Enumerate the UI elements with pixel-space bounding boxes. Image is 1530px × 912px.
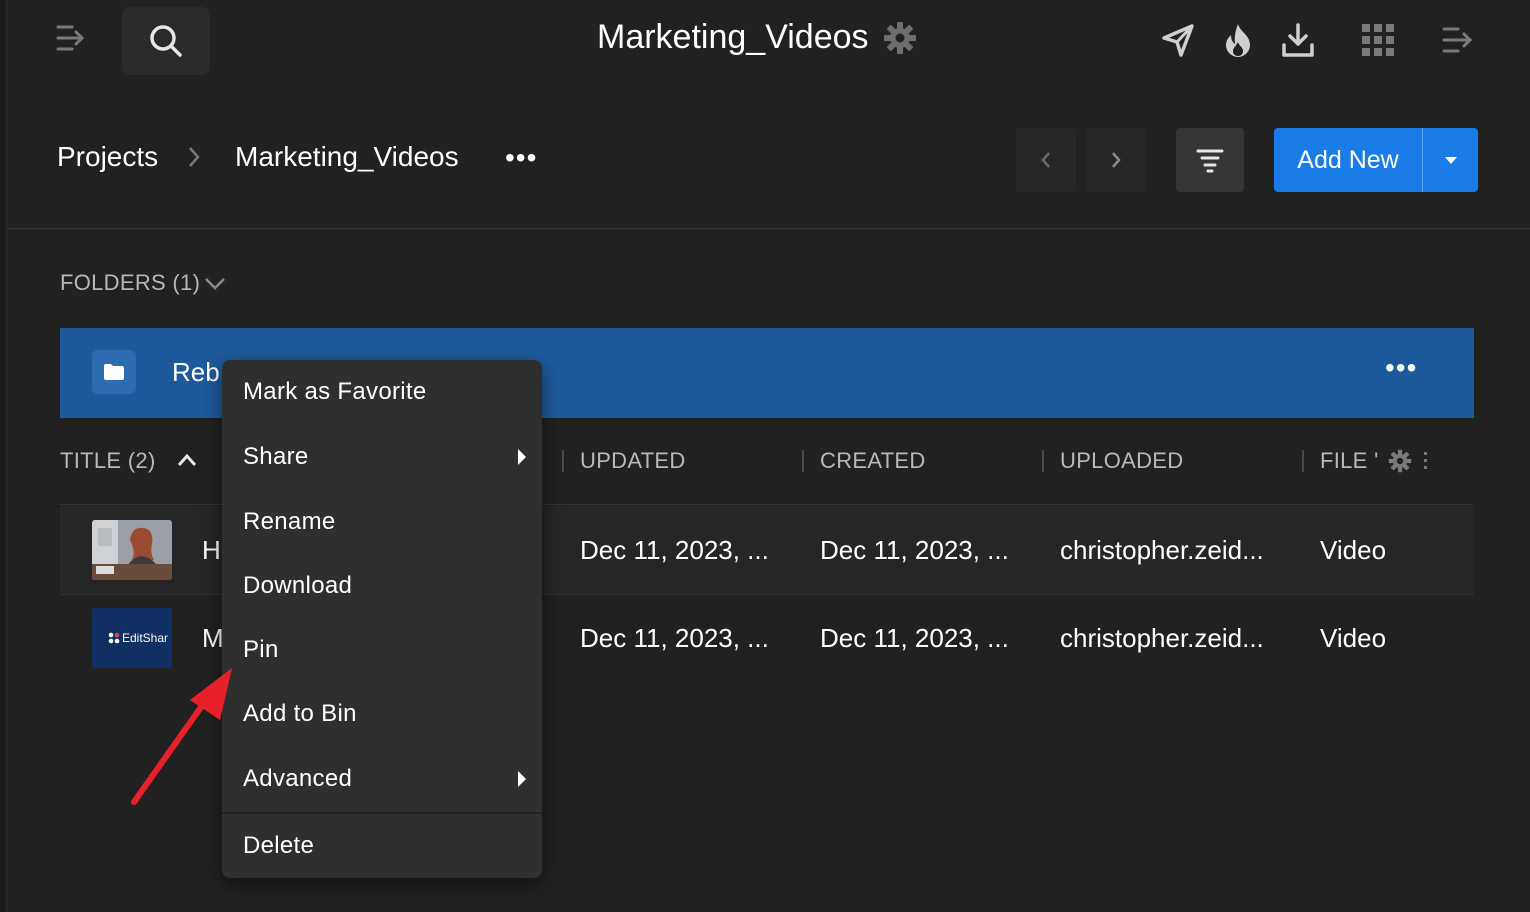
breadcrumb-more-button[interactable]: ••• [505,142,537,174]
nav-back-button[interactable] [1016,128,1076,192]
column-header-updated[interactable]: UPDATED [580,448,686,474]
breadcrumb-current[interactable]: Marketing_Videos [235,141,459,173]
menu-item-delete[interactable]: Delete [222,814,542,878]
menu-item-label: Share [243,443,309,470]
search-button[interactable] [122,7,210,75]
fire-icon[interactable] [1218,20,1258,60]
menu-item-share[interactable]: Share [222,425,542,489]
video-thumbnail [92,520,172,580]
column-options-kebab-icon[interactable] [1422,450,1430,472]
submenu-arrow-icon [518,771,526,787]
file-updated: Dec 11, 2023, ... [580,623,769,653]
chevron-right-icon [1112,152,1121,168]
menu-item-label: Pin [243,636,279,663]
chevron-down-icon[interactable] [203,276,227,292]
thumbnail-brand-text: EditShar [122,631,169,645]
nav-forward-button[interactable] [1086,128,1146,192]
context-menu: Mark as Favorite Share Rename Download P… [222,360,542,878]
expand-panel-icon[interactable] [1438,20,1478,60]
folder-icon [92,350,136,394]
column-separator[interactable] [1302,450,1304,472]
folder-more-button[interactable]: ••• [1385,352,1417,384]
column-separator[interactable] [802,450,804,472]
sort-ascending-icon[interactable] [176,452,198,468]
folders-section-label[interactable]: FOLDERS (1) [60,270,200,296]
editshare-logo-icon [108,632,120,644]
menu-item-label: Delete [243,832,315,859]
menu-item-label: Download [243,572,353,599]
folder-name[interactable]: Reb [172,357,220,388]
annotation-arrow-icon [120,660,240,810]
file-type: Video [1320,623,1387,653]
menu-item-label: Mark as Favorite [243,378,427,405]
column-separator[interactable] [562,450,564,472]
column-settings-gear-icon[interactable] [1388,449,1412,473]
add-new-dropdown-button[interactable] [1422,128,1478,192]
file-created: Dec 11, 2023, ... [820,535,1009,565]
file-uploaded-by: christopher.zeid... [1060,623,1264,653]
file-created: Dec 11, 2023, ... [820,623,1009,653]
file-updated: Dec 11, 2023, ... [580,535,769,565]
menu-item-mark-favorite[interactable]: Mark as Favorite [222,360,542,424]
apps-grid-icon[interactable] [1358,20,1398,60]
menu-item-label: Advanced [243,765,353,792]
file-uploaded-by: christopher.zeid... [1060,535,1264,565]
download-icon[interactable] [1278,20,1318,60]
collapse-sidebar-icon[interactable] [52,18,92,58]
menu-item-advanced[interactable]: Advanced [222,747,542,811]
menu-item-label: Add to Bin [243,700,357,727]
menu-item-download[interactable]: Download [222,554,542,618]
filter-icon [1196,149,1224,173]
column-header-created[interactable]: CREATED [820,448,926,474]
menu-item-label: Rename [243,508,336,535]
menu-item-rename[interactable]: Rename [222,490,542,554]
app-title-group: Marketing_Videos [597,18,917,57]
column-separator[interactable] [1042,450,1044,472]
caret-down-icon [1444,157,1457,164]
left-edge [0,0,7,912]
search-icon [150,25,182,57]
page-title: Marketing_Videos [597,18,869,56]
submenu-arrow-icon [518,449,526,465]
menu-item-pin[interactable]: Pin [222,618,542,682]
menu-item-add-to-bin[interactable]: Add to Bin [222,682,542,746]
settings-gear-icon[interactable] [883,21,917,55]
send-icon[interactable] [1158,20,1198,60]
file-title[interactable]: H [202,535,221,566]
filter-button[interactable] [1176,128,1244,192]
add-new-button[interactable]: Add New [1274,128,1422,192]
chevron-left-icon [1041,152,1050,168]
breadcrumb-projects[interactable]: Projects [57,141,158,173]
header-divider [7,228,1530,229]
file-title[interactable]: M [202,623,224,654]
file-type: Video [1320,535,1387,565]
column-header-file-type[interactable]: FILE ' [1320,448,1379,474]
video-thumbnail: EditShar [92,608,172,668]
column-header-title[interactable]: TITLE (2) [60,448,156,474]
column-header-uploaded[interactable]: UPLOADED [1060,448,1183,474]
breadcrumb-chevron-icon [186,144,202,170]
